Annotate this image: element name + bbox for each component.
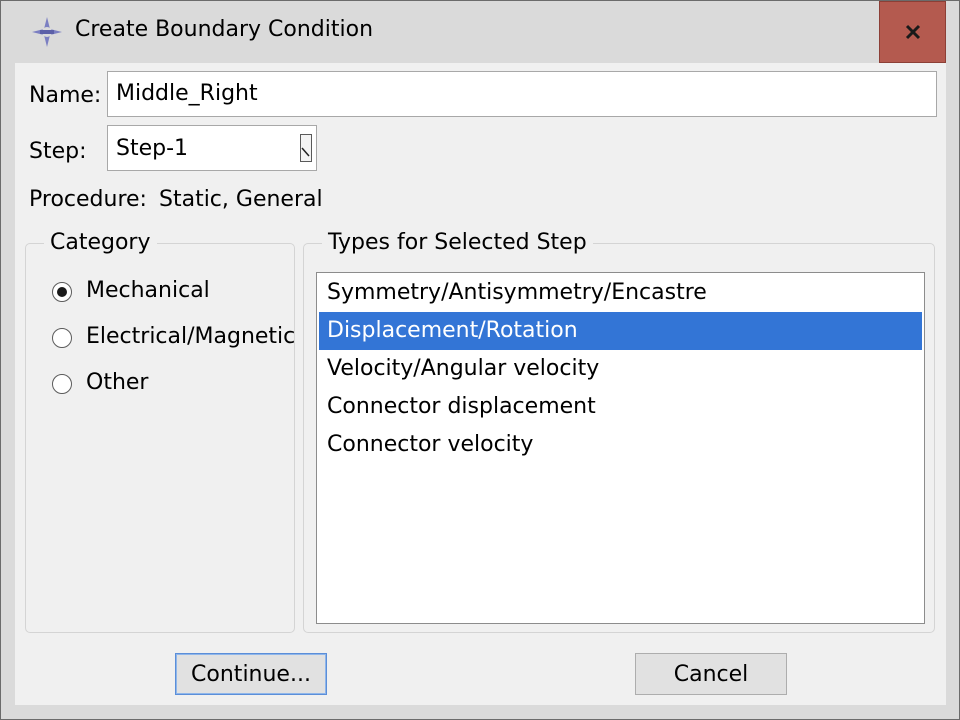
compass-icon [32, 17, 62, 47]
list-item-velocity-angular-velocity[interactable]: Velocity/Angular velocity [319, 350, 922, 388]
radio-label-mechanical: Mechanical [86, 278, 210, 303]
cancel-button[interactable]: Cancel [635, 653, 787, 695]
radio-selected-dot [57, 287, 67, 297]
list-item-displacement-rotation[interactable]: Displacement/Rotation [319, 312, 922, 350]
category-group: Category Mechanical Electrical/Magnetic … [25, 230, 296, 633]
types-group: Types for Selected Step Symmetry/Antisym… [303, 230, 935, 633]
name-input[interactable]: Middle_Right [107, 71, 937, 117]
continue-button[interactable]: Continue... [175, 653, 327, 695]
radio-button-mechanical[interactable] [52, 282, 72, 302]
name-label: Name: [29, 83, 102, 108]
dialog-body: Name: Middle_Right Step: Step-1 Procedur… [15, 63, 946, 705]
radio-button-other[interactable] [52, 374, 72, 394]
dropdown-arrow-icon[interactable] [300, 134, 312, 162]
window-title: Create Boundary Condition [75, 17, 374, 42]
window-frame-right [946, 63, 959, 705]
procedure-label: Procedure: [29, 187, 147, 212]
radio-label-electrical-magnetic: Electrical/Magnetic [86, 324, 296, 349]
window-frame-bottom [1, 705, 959, 719]
title-bar[interactable]: Create Boundary Condition [1, 1, 959, 63]
step-combobox[interactable]: Step-1 [107, 125, 317, 171]
close-button[interactable] [879, 1, 946, 63]
radio-button-electrical-magnetic[interactable] [52, 328, 72, 348]
dialog-window: Create Boundary Condition Name: Middle_R… [0, 0, 960, 720]
list-item-connector-velocity[interactable]: Connector velocity [319, 426, 922, 464]
types-listbox[interactable]: Symmetry/Antisymmetry/Encastre Displacem… [316, 272, 925, 624]
window-frame-left [1, 63, 15, 705]
chevron-down-icon [301, 147, 310, 157]
category-group-title: Category [44, 230, 157, 255]
close-icon [905, 24, 920, 40]
radio-label-other: Other [86, 370, 149, 395]
step-value: Step-1 [116, 136, 189, 161]
list-item-symmetry-antisymmetry-encastre[interactable]: Symmetry/Antisymmetry/Encastre [319, 274, 922, 312]
list-item-connector-displacement[interactable]: Connector displacement [319, 388, 922, 426]
types-group-title: Types for Selected Step [322, 230, 593, 255]
procedure-value: Static, General [159, 187, 323, 212]
step-label: Step: [29, 139, 87, 164]
